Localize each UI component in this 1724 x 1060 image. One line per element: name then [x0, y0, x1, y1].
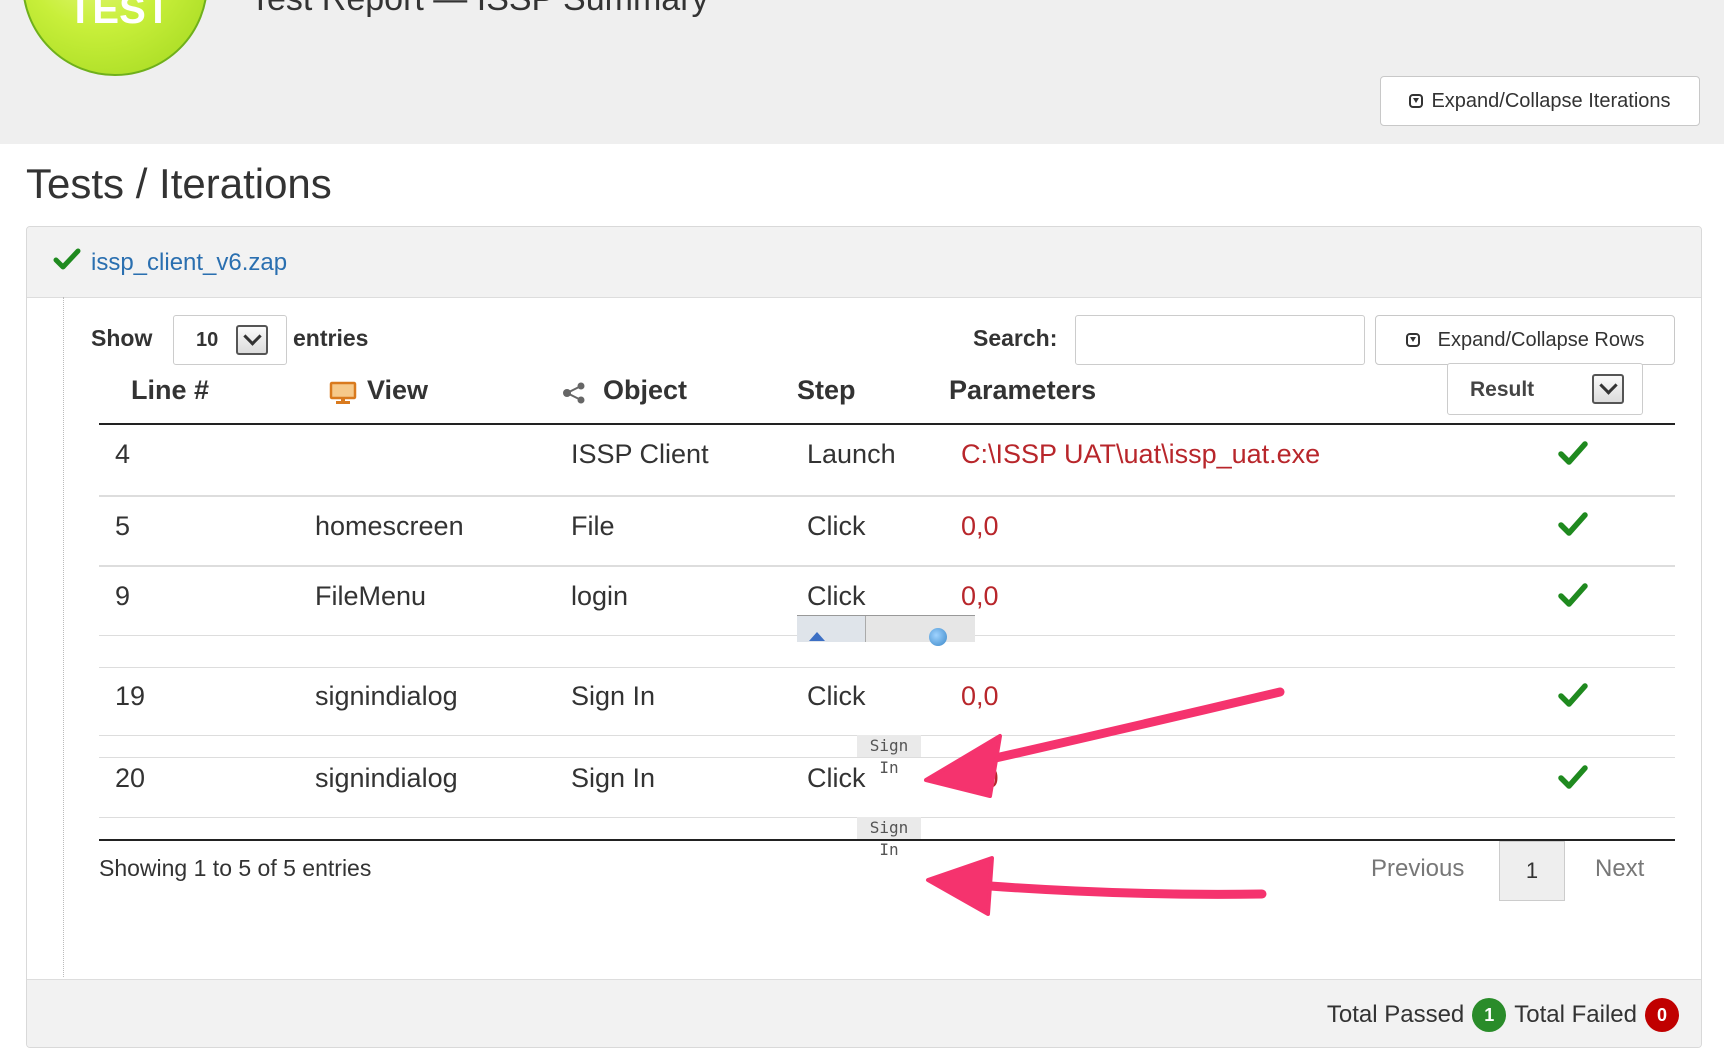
checkmark-icon: [53, 248, 81, 270]
pass-checkmark-icon: [1558, 765, 1588, 789]
cell-object: Sign In: [571, 763, 656, 793]
cell-object: ISSP Client: [571, 439, 709, 469]
expand-collapse-iterations-button[interactable]: Expand/Collapse Iterations: [1380, 76, 1700, 126]
monitor-icon: [329, 381, 357, 404]
screenshot-snippet[interactable]: Sign In: [857, 735, 921, 777]
row-divider: [99, 495, 1675, 497]
cell-parameters: 0,0: [961, 511, 999, 541]
cell-parameters: 0,0: [961, 581, 999, 611]
total-failed-label: Total Failed: [1514, 1001, 1637, 1028]
failed-count-badge: 0: [1645, 998, 1679, 1032]
cell-line: 4: [115, 439, 131, 469]
cell-line: 20: [115, 763, 146, 793]
thumbnail-toolbar-segment: [797, 616, 866, 642]
column-header-parameters[interactable]: Parameters: [949, 375, 1096, 406]
table-footer-rule: [99, 839, 1675, 841]
cell-view: signindialog: [315, 681, 458, 711]
search-input[interactable]: [1075, 315, 1365, 365]
share-icon: [563, 382, 585, 404]
page-1-button[interactable]: 1: [1499, 841, 1565, 901]
cell-step: Click: [807, 763, 866, 793]
cell-step: Click: [807, 511, 866, 541]
entries-label: entries: [293, 325, 369, 351]
cell-view: FileMenu: [315, 581, 427, 611]
header-subtitle: Test Report — ISSP Summary: [250, 0, 709, 19]
passed-count-badge: 1: [1472, 998, 1507, 1032]
cell-parameters: C:\ISSP UAT\uat\issp_uat.exe: [961, 439, 1321, 469]
column-header-view[interactable]: View: [367, 375, 428, 406]
pass-checkmark-icon: [1558, 683, 1588, 707]
pass-checkmark-icon: [1558, 583, 1588, 607]
column-header-line[interactable]: Line #: [131, 375, 209, 406]
cell-view: signindialog: [315, 763, 458, 793]
globe-icon: [929, 628, 947, 646]
file-name-link[interactable]: issp_client_v6.zap: [91, 249, 287, 277]
totals-summary: Total Passed 1 Total Failed 0: [1327, 998, 1679, 1032]
row-divider: [99, 757, 1675, 758]
cell-step: Click: [807, 581, 866, 611]
total-passed-label: Total Passed: [1326, 1001, 1465, 1028]
collapse-square-icon: [1405, 333, 1420, 347]
panel-footer: Total Passed 1 Total Failed 0: [27, 979, 1701, 1047]
test-panel: issp_client_v6.zap Show 10 entries Searc…: [26, 226, 1702, 1048]
table-header-rule: [99, 423, 1675, 425]
cell-step: Launch: [807, 439, 896, 469]
panel-heading[interactable]: issp_client_v6.zap: [27, 227, 1701, 298]
cell-step: Click: [807, 681, 866, 711]
screenshot-snippet[interactable]: Sign In: [857, 817, 921, 859]
cell-line: 19: [115, 681, 146, 711]
screenshot-thumbnail[interactable]: [797, 615, 975, 646]
cell-parameters: 0,0: [961, 681, 999, 711]
row-divider: [99, 667, 1675, 668]
result-filter-select[interactable]: Result: [1447, 363, 1643, 415]
cell-object: Sign In: [571, 681, 656, 711]
expand-collapse-iterations-label: Expand/Collapse Iterations: [1431, 89, 1671, 112]
pass-checkmark-icon: [1558, 441, 1588, 465]
row-divider: [99, 565, 1675, 567]
cell-parameters: 0,0: [961, 763, 999, 793]
show-label: Show: [91, 325, 153, 351]
pass-checkmark-icon: [1558, 512, 1588, 536]
column-header-object[interactable]: Object: [603, 375, 687, 406]
expand-collapse-rows-button[interactable]: Expand/Collapse Rows: [1375, 315, 1675, 365]
cell-object: File: [571, 511, 615, 541]
result-filter-value: Result: [1470, 378, 1535, 401]
triangle-icon: [809, 632, 825, 641]
entries-select[interactable]: 10: [173, 315, 287, 365]
logo: TEST: [22, 0, 208, 76]
chevron-down-icon: [1592, 374, 1624, 404]
next-page-button[interactable]: Next: [1595, 855, 1644, 883]
chevron-down-icon: [236, 325, 268, 355]
expand-collapse-rows-label: Expand/Collapse Rows: [1437, 328, 1645, 351]
page-title: Tests / Iterations: [26, 160, 332, 207]
report-header: TEST Test Report — ISSP Summary Expand/C…: [0, 0, 1724, 144]
search-label: Search:: [973, 325, 1058, 351]
cell-object: login: [571, 581, 629, 611]
cell-view: homescreen: [315, 511, 464, 541]
entries-value: 10: [196, 329, 219, 351]
pagination-info: Showing 1 to 5 of 5 entries: [99, 855, 372, 881]
previous-page-button[interactable]: Previous: [1371, 855, 1464, 883]
cell-line: 9: [115, 581, 131, 611]
column-header-step[interactable]: Step: [797, 375, 856, 406]
cell-line: 5: [115, 511, 131, 541]
logo-text: TEST: [68, 0, 171, 32]
tree-guide-line: [63, 297, 64, 977]
collapse-square-icon: [1409, 94, 1424, 108]
